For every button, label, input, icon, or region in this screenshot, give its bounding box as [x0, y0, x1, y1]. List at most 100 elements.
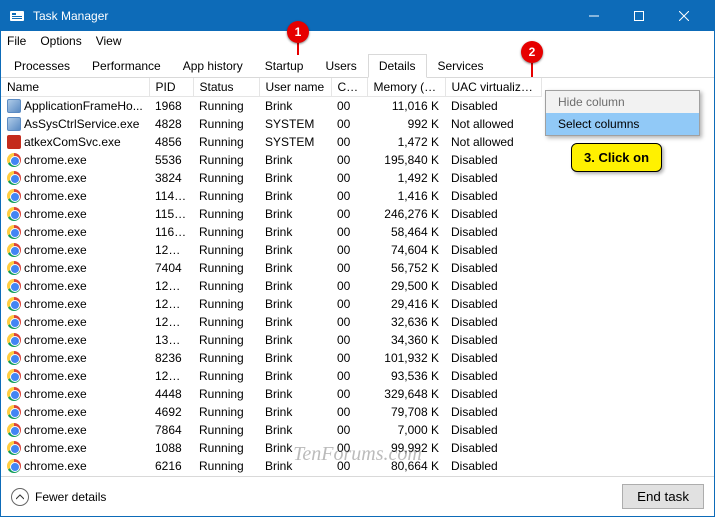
- cell-pid: 11452: [149, 187, 193, 205]
- cell-user: Brink: [259, 295, 331, 313]
- table-row[interactable]: chrome.exe1088RunningBrink0099,992 KDisa…: [1, 439, 541, 457]
- cell-user: Brink: [259, 439, 331, 457]
- cell-status: Running: [193, 439, 259, 457]
- maximize-button[interactable]: [616, 1, 661, 31]
- cell-user: Brink: [259, 205, 331, 223]
- cell-user: Brink: [259, 349, 331, 367]
- col-header-uac[interactable]: UAC virtualizat...: [445, 78, 541, 97]
- process-icon: [7, 297, 21, 311]
- process-name: AsSysCtrlService.exe: [24, 117, 139, 131]
- process-icon: [7, 369, 21, 383]
- tab-users[interactable]: Users: [314, 54, 367, 78]
- table-row[interactable]: chrome.exe4448RunningBrink00329,648 KDis…: [1, 385, 541, 403]
- process-icon: [7, 279, 21, 293]
- menubar: File Options View: [1, 31, 714, 51]
- table-row[interactable]: chrome.exe4692RunningBrink0079,708 KDisa…: [1, 403, 541, 421]
- cell-cpu: 00: [331, 439, 367, 457]
- cell-cpu: 00: [331, 403, 367, 421]
- cell-uac: Disabled: [445, 349, 541, 367]
- table-row[interactable]: ApplicationFrameHo...1968RunningBrink001…: [1, 97, 541, 116]
- cell-user: Brink: [259, 403, 331, 421]
- cell-status: Running: [193, 97, 259, 116]
- cell-status: Running: [193, 421, 259, 439]
- cell-memory: 992 K: [367, 115, 445, 133]
- cell-uac: Disabled: [445, 421, 541, 439]
- table-row[interactable]: chrome.exe12292RunningBrink0093,536 KDis…: [1, 367, 541, 385]
- process-name: chrome.exe: [24, 153, 87, 167]
- tab-startup[interactable]: Startup: [254, 54, 315, 78]
- cell-uac: Disabled: [445, 169, 541, 187]
- menu-view[interactable]: View: [96, 34, 122, 48]
- table-row[interactable]: atkexComSvc.exe4856RunningSYSTEM001,472 …: [1, 133, 541, 151]
- col-header-name[interactable]: Name: [1, 78, 149, 97]
- cell-cpu: 00: [331, 133, 367, 151]
- table-row[interactable]: AsSysCtrlService.exe4828RunningSYSTEM009…: [1, 115, 541, 133]
- table-row[interactable]: chrome.exe11452RunningBrink001,416 KDisa…: [1, 187, 541, 205]
- cell-cpu: 00: [331, 421, 367, 439]
- tab-processes[interactable]: Processes: [3, 54, 81, 78]
- cell-status: Running: [193, 385, 259, 403]
- table-row[interactable]: chrome.exe3824RunningBrink001,492 KDisab…: [1, 169, 541, 187]
- process-name: chrome.exe: [24, 369, 87, 383]
- table-row[interactable]: chrome.exe7404RunningBrink0056,752 KDisa…: [1, 259, 541, 277]
- table-row[interactable]: chrome.exe11624RunningBrink0058,464 KDis…: [1, 223, 541, 241]
- table-row[interactable]: chrome.exe8236RunningBrink00101,932 KDis…: [1, 349, 541, 367]
- fewer-details-button[interactable]: Fewer details: [11, 488, 106, 506]
- table-row[interactable]: chrome.exe11588RunningBrink00246,276 KDi…: [1, 205, 541, 223]
- menu-file[interactable]: File: [7, 34, 26, 48]
- tab-performance[interactable]: Performance: [81, 54, 172, 78]
- table-row[interactable]: chrome.exe7864RunningBrink007,000 KDisab…: [1, 421, 541, 439]
- process-name: chrome.exe: [24, 387, 87, 401]
- cell-cpu: 00: [331, 349, 367, 367]
- cell-memory: 329,648 K: [367, 385, 445, 403]
- tab-services[interactable]: Services: [427, 54, 495, 78]
- cell-pid: 8236: [149, 349, 193, 367]
- tab-app-history[interactable]: App history: [172, 54, 254, 78]
- process-icon: [7, 333, 21, 347]
- col-header-user[interactable]: User name: [259, 78, 331, 97]
- end-task-button[interactable]: End task: [622, 484, 704, 509]
- tab-details[interactable]: Details: [368, 54, 427, 78]
- cell-status: Running: [193, 223, 259, 241]
- callout-click-on: 3. Click on: [571, 143, 662, 172]
- context-hide-column: Hide column: [546, 91, 699, 113]
- minimize-button[interactable]: [571, 1, 616, 31]
- process-icon: [7, 225, 21, 239]
- cell-pid: 1968: [149, 97, 193, 116]
- table-row[interactable]: chrome.exe5536RunningBrink00195,840 KDis…: [1, 151, 541, 169]
- process-icon: [7, 351, 21, 365]
- cell-pid: 1088: [149, 439, 193, 457]
- cell-memory: 32,636 K: [367, 313, 445, 331]
- table-row[interactable]: chrome.exe13148RunningBrink0034,360 KDis…: [1, 331, 541, 349]
- cell-pid: 11588: [149, 205, 193, 223]
- table-row[interactable]: chrome.exe6216RunningBrink0080,664 KDisa…: [1, 457, 541, 475]
- close-button[interactable]: [661, 1, 706, 31]
- process-name: atkexComSvc.exe: [24, 135, 121, 149]
- col-header-pid[interactable]: PID: [149, 78, 193, 97]
- cell-status: Running: [193, 169, 259, 187]
- menu-options[interactable]: Options: [40, 34, 81, 48]
- cell-user: Brink: [259, 331, 331, 349]
- cell-user: Brink: [259, 277, 331, 295]
- process-icon: [7, 387, 21, 401]
- col-header-memory[interactable]: Memory (a...: [367, 78, 445, 97]
- cell-user: Brink: [259, 259, 331, 277]
- table-row[interactable]: chrome.exe12164RunningBrink0074,604 KDis…: [1, 241, 541, 259]
- titlebar[interactable]: Task Manager: [1, 1, 714, 31]
- cell-pid: 4692: [149, 403, 193, 421]
- app-icon: [9, 8, 25, 24]
- col-header-cpu[interactable]: CPU: [331, 78, 367, 97]
- cell-pid: 6216: [149, 457, 193, 475]
- table-row[interactable]: chrome.exe12944RunningBrink0032,636 KDis…: [1, 313, 541, 331]
- col-header-status[interactable]: Status: [193, 78, 259, 97]
- table-row[interactable]: chrome.exe12868RunningBrink0029,416 KDis…: [1, 295, 541, 313]
- context-select-columns[interactable]: Select columns: [546, 113, 699, 135]
- cell-status: Running: [193, 457, 259, 475]
- cell-user: Brink: [259, 457, 331, 475]
- cell-cpu: 00: [331, 367, 367, 385]
- fewer-details-label: Fewer details: [35, 490, 106, 504]
- process-name: chrome.exe: [24, 351, 87, 365]
- cell-uac: Disabled: [445, 97, 541, 116]
- table-row[interactable]: chrome.exe12860RunningBrink0029,500 KDis…: [1, 277, 541, 295]
- cell-status: Running: [193, 187, 259, 205]
